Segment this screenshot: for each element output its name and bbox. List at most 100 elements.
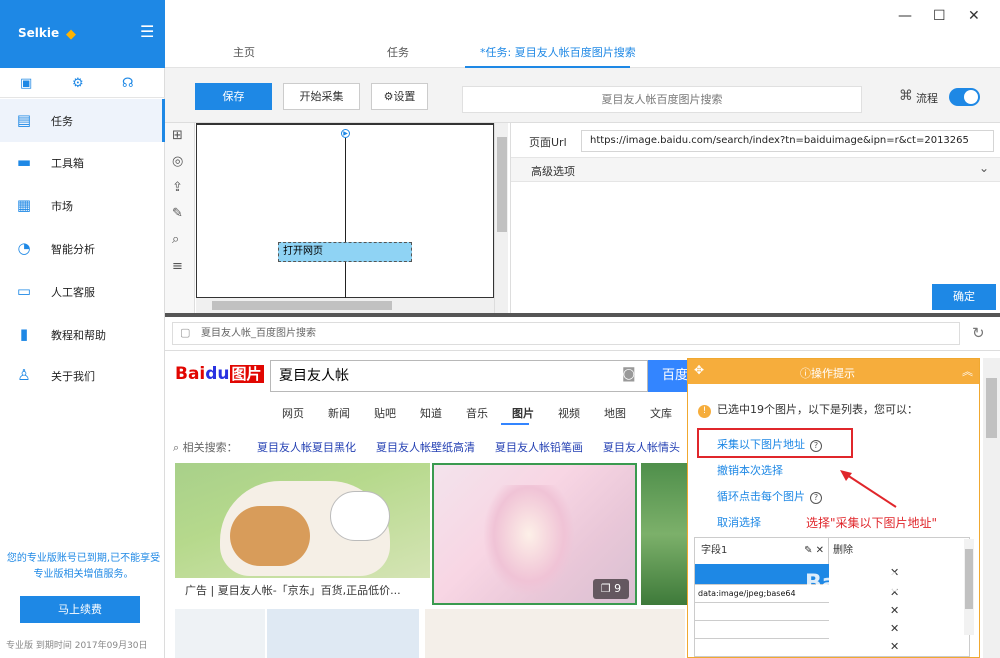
sidebar-item-label: 任务: [51, 115, 73, 128]
collect-image-urls-link[interactable]: 采集以下图片地址?: [717, 436, 822, 452]
scroll-thumb[interactable]: [212, 301, 392, 310]
result-image[interactable]: [267, 609, 419, 658]
scroll-thumb[interactable]: [497, 137, 507, 232]
field-header-text: 字段1: [701, 545, 728, 556]
minimize-icon[interactable]: —: [898, 8, 912, 24]
market-icon: ▦: [16, 196, 32, 214]
sidebar-item-label: 人工客服: [51, 286, 95, 299]
nav-web[interactable]: 网页: [282, 405, 304, 421]
export-icon[interactable]: ⇪: [172, 180, 183, 195]
scroll-thumb[interactable]: [986, 378, 997, 438]
nav-wenku[interactable]: 文库: [650, 405, 672, 421]
related-link[interactable]: 夏目友人帐铅笔画: [495, 439, 583, 455]
related-label: ⌕ 相关搜索：: [173, 439, 238, 455]
gear-icon[interactable]: ⚙: [72, 76, 84, 91]
camera-icon[interactable]: ◙: [622, 366, 636, 382]
grid-cell[interactable]: [695, 638, 829, 656]
flow-toggle[interactable]: [949, 88, 980, 106]
grid-cell[interactable]: [695, 620, 829, 638]
sidebar-item-help[interactable]: ▮ 教程和帮助: [0, 313, 165, 356]
loop-click-link[interactable]: 循环点击每个图片?: [717, 488, 822, 504]
grid-scrollbar[interactable]: [964, 539, 974, 635]
alert-icon: ⓘ: [800, 367, 811, 380]
nav-active-underline: [501, 423, 529, 425]
scroll-thumb[interactable]: [965, 549, 973, 609]
result-image[interactable]: [425, 609, 685, 658]
menu-icon[interactable]: ☰: [140, 22, 154, 41]
list-icon[interactable]: ≡: [172, 259, 183, 274]
related-link[interactable]: 夏目友人帐情头: [603, 439, 680, 455]
expire-notice: 您的专业版账号已到期,已不能享受专业版相关增值服务。: [6, 553, 161, 580]
edit-delete-icons[interactable]: ✎ ✕: [804, 538, 824, 564]
sidebar-item-market[interactable]: ▦ 市场: [0, 184, 165, 227]
panel-divider[interactable]: [165, 313, 1000, 317]
url-input[interactable]: https://image.baidu.com/search/index?tn=…: [581, 130, 994, 152]
clipboard-icon[interactable]: ▣: [20, 76, 32, 91]
workflow-scrollbar[interactable]: [494, 123, 508, 313]
nav-images[interactable]: 图片: [512, 405, 534, 421]
search-input[interactable]: 夏目友人帐: [270, 360, 648, 392]
chat-icon: ▭: [16, 282, 32, 300]
nav-tieba[interactable]: 贴吧: [374, 405, 396, 421]
settings-button[interactable]: ⚙设置: [371, 83, 428, 110]
advanced-label: 高级选项: [531, 165, 575, 178]
maximize-icon[interactable]: ☐: [933, 8, 946, 24]
search-icon: ⌕: [173, 441, 183, 454]
tab-home[interactable]: 主页: [233, 44, 255, 60]
save-button[interactable]: 保存: [195, 83, 272, 110]
baidu-logo[interactable]: Baidu 图片: [175, 363, 264, 384]
nav-video[interactable]: 视频: [558, 405, 580, 421]
grid-cell[interactable]: [695, 602, 829, 620]
url-label: 页面Url: [529, 136, 567, 149]
search-step-icon[interactable]: ⌕: [172, 232, 179, 247]
nav-music[interactable]: 音乐: [466, 405, 488, 421]
confirm-button[interactable]: 确定: [932, 284, 996, 310]
related-link[interactable]: 夏目友人帐壁纸高清: [376, 439, 475, 455]
nav-map[interactable]: 地图: [604, 405, 626, 421]
cancel-selection-link[interactable]: 取消选择: [717, 514, 761, 530]
help-icon[interactable]: ?: [810, 440, 822, 452]
headset-icon[interactable]: ☊: [122, 76, 134, 91]
related-link[interactable]: 夏目友人帐夏目黑化: [257, 439, 356, 455]
ad-caption[interactable]: 广告 | 夏目友人帐-「京东」百货,正品低价...: [175, 578, 430, 603]
open-page-step[interactable]: 打开网页: [278, 242, 412, 262]
properties-panel: 页面Url https://image.baidu.com/search/ind…: [510, 123, 1000, 313]
delete-row-icon[interactable]: ✕: [890, 640, 899, 653]
sidebar-item-label: 智能分析: [51, 243, 95, 256]
nav-zhidao[interactable]: 知道: [420, 405, 442, 421]
sidebar-item-label: 市场: [51, 200, 73, 213]
tab-tasks[interactable]: 任务: [387, 44, 409, 60]
renew-button[interactable]: 马上续费: [20, 596, 140, 623]
close-icon[interactable]: ✕: [968, 8, 980, 24]
tab-current-task[interactable]: *任务: 夏目友人帐百度图片搜索: [480, 44, 636, 60]
refresh-icon[interactable]: ↻: [972, 324, 985, 342]
mouse-icon[interactable]: ◎: [172, 154, 183, 169]
start-collect-button[interactable]: 开始采集: [283, 83, 360, 110]
delete-row-icon[interactable]: ✕: [890, 604, 899, 617]
pie-chart-icon: ◔: [17, 239, 31, 257]
task-name-field[interactable]: 夏目友人帐百度图片搜索: [462, 86, 862, 113]
field-grid: 字段1 ✎ ✕ 删除 data:image/jpeg;base64 ✕ ✕ ✕ ✕…: [694, 537, 970, 657]
address-bar[interactable]: 夏目友人帐_百度图片搜索: [172, 322, 960, 345]
undo-selection-link[interactable]: 撤销本次选择: [717, 462, 783, 478]
result-image[interactable]: [641, 463, 691, 605]
result-image[interactable]: [175, 609, 265, 658]
sidebar-item-about[interactable]: ♙ 关于我们: [0, 354, 165, 397]
sidebar-item-analysis[interactable]: ◔ 智能分析: [0, 227, 165, 270]
collapse-icon[interactable]: ︽: [962, 363, 973, 379]
cat-illustration: [220, 481, 390, 576]
move-icon[interactable]: ✥: [694, 363, 704, 377]
workflow-hscrollbar[interactable]: [196, 298, 494, 313]
sidebar-item-task[interactable]: ▤ 任务: [0, 99, 165, 142]
help-icon[interactable]: ?: [810, 492, 822, 504]
add-step-icon[interactable]: ⊞: [172, 128, 183, 143]
advanced-options[interactable]: 高级选项 ⌄: [511, 157, 1000, 182]
sidebar-item-toolbox[interactable]: ▬ 工具箱: [0, 141, 165, 184]
operation-tip-popup: ✥ ⓘ操作提示 ︽ ! 已选中19个图片，以下是列表，您可以： 采集以下图片地址?…: [687, 358, 980, 658]
logo-bai: Bai: [175, 364, 206, 384]
sidebar-item-support[interactable]: ▭ 人工客服: [0, 270, 165, 313]
nav-news[interactable]: 新闻: [328, 405, 350, 421]
page-scrollbar[interactable]: [983, 358, 1000, 658]
flow-icon: ⌘: [899, 88, 913, 104]
edit-icon[interactable]: ✎: [172, 206, 183, 221]
